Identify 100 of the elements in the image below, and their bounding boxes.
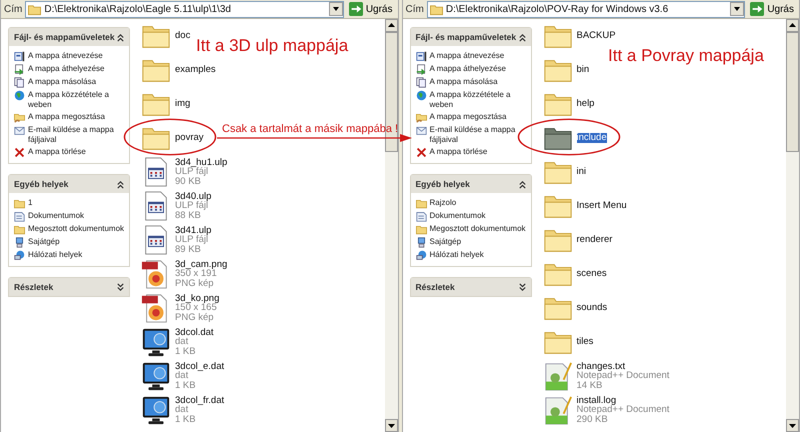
file-name[interactable]: img [175, 99, 190, 109]
go-button[interactable]: Ugrás [346, 1, 394, 17]
globe-icon [416, 90, 426, 101]
file-name[interactable]: sounds [576, 303, 608, 313]
file-name[interactable]: bin [576, 65, 590, 75]
file-name[interactable]: 3dcol_fr.dat [175, 396, 224, 406]
task-link[interactable]: Dokumentumok [430, 211, 486, 221]
file-name[interactable]: 3d41.ulp [175, 226, 212, 236]
scroll-down-button[interactable] [786, 419, 799, 432]
panel-header[interactable]: Egyéb helyek [9, 175, 129, 193]
task-link[interactable]: A mappa áthelyezése [28, 64, 104, 74]
file-name[interactable]: include [576, 133, 607, 143]
task-link[interactable]: A mappa megosztása [28, 112, 105, 122]
address-label: Cím [406, 4, 424, 14]
file-name[interactable]: povray [175, 133, 204, 143]
panel-header[interactable]: Részletek [9, 278, 129, 296]
file-name[interactable]: 3d_ko.png [175, 294, 220, 304]
scroll-up-button[interactable] [384, 19, 398, 32]
globe-icon [14, 90, 25, 101]
envelope-icon [14, 125, 25, 136]
file-name[interactable]: BACKUP [576, 31, 616, 41]
file-name[interactable]: help [576, 99, 594, 109]
file-type: ULP fájl [175, 201, 208, 211]
go-button[interactable]: Ugrás [748, 1, 796, 17]
annotation-caption: Itt a Povray mappája [608, 46, 764, 66]
panel-header[interactable]: Részletek [410, 278, 530, 296]
file-size: PNG kép [175, 278, 215, 288]
task-link[interactable]: A mappa törlése [430, 147, 488, 157]
file-name[interactable]: examples [175, 65, 216, 75]
collapse-chevron-icon[interactable] [518, 180, 526, 188]
task-link[interactable]: A mappa törlése [28, 147, 86, 157]
collapse-chevron-icon[interactable] [116, 180, 125, 188]
file-name[interactable]: changes.txt [576, 362, 626, 372]
task-link[interactable]: A mappa megosztása [430, 112, 506, 122]
file-type: dat [175, 337, 190, 347]
file-size: 1 KB [175, 380, 197, 390]
task-link[interactable]: Rajzolo [430, 198, 456, 208]
task-link[interactable]: A mappa áthelyezése [430, 64, 506, 74]
text-document-icon [542, 395, 572, 425]
annotation-note: Csak a tartalmát a másik mappába ! [222, 123, 398, 135]
file-size: 1 KB [175, 414, 197, 424]
task-link[interactable]: Dokumentumok [28, 211, 84, 221]
address-field[interactable]: D:\Elektronika\Rajzolo\POV-Ray for Windows v3.6 [426, 0, 746, 18]
file-type: Notepad++ Document [576, 405, 670, 415]
address-field[interactable]: D:\Elektronika\Rajzolo\Eagle 5.11\ulp\1\3d [25, 0, 344, 18]
task-link[interactable]: A mappa átnevezése [28, 51, 103, 61]
file-size: 89 KB [175, 244, 201, 254]
folder-icon [430, 2, 443, 16]
file-name[interactable]: install.log [576, 396, 616, 406]
scrollbar[interactable] [786, 19, 799, 432]
expand-chevron-icon[interactable] [116, 282, 125, 292]
task-link[interactable]: A mappa átnevezése [430, 51, 504, 61]
collapse-chevron-icon[interactable] [518, 32, 526, 42]
file-name[interactable]: 3dcol_e.dat [175, 362, 224, 372]
rename-icon [14, 51, 25, 62]
task-link[interactable]: E-mail küldése a mappa fájljaival [28, 125, 126, 145]
task-link[interactable]: Hálózati helyek [28, 250, 82, 260]
task-link[interactable]: Sajátgép [28, 237, 60, 247]
file-name[interactable]: ini [576, 167, 586, 177]
task-link[interactable]: A mappa közzététele a weben [28, 90, 126, 110]
file-size: 88 KB [175, 210, 201, 220]
dropdown-button[interactable] [730, 2, 744, 16]
task-link[interactable]: A mappa másolása [28, 77, 96, 87]
shared-folder-icon [14, 112, 25, 123]
file-name[interactable]: 3d4_hu1.ulp [175, 158, 228, 168]
task-link[interactable]: Hálózati helyek [430, 250, 484, 260]
task-link[interactable]: 1 [28, 198, 32, 208]
file-name[interactable]: renderer [576, 235, 612, 245]
task-link[interactable]: Megosztott dokumentumok [28, 224, 124, 234]
move-icon [14, 64, 25, 75]
annotation-caption: Itt a 3D ulp mappája [196, 36, 348, 56]
rename-icon [416, 51, 426, 62]
panel-header[interactable]: Fájl- és mappaműveletek [410, 28, 530, 46]
copy-icon [416, 77, 426, 88]
task-link[interactable]: A mappa másolása [430, 77, 498, 87]
scroll-down-button[interactable] [384, 419, 398, 432]
panel-header[interactable]: Egyéb helyek [410, 175, 530, 193]
task-link[interactable]: E-mail küldése a mappa fájljaival [430, 125, 528, 145]
network-icon [416, 250, 426, 261]
scroll-thumb[interactable] [786, 32, 799, 152]
task-link[interactable]: Megosztott dokumentumok [430, 224, 526, 234]
file-name[interactable]: Insert Menu [576, 201, 627, 211]
scroll-up-button[interactable] [786, 19, 799, 32]
file-type: dat [175, 405, 188, 415]
folder-icon [416, 224, 426, 235]
dropdown-button[interactable] [328, 2, 343, 16]
file-name[interactable]: 3dcol.dat [175, 328, 214, 338]
collapse-chevron-icon[interactable] [116, 32, 125, 42]
expand-chevron-icon[interactable] [518, 282, 526, 292]
panel-header[interactable]: Fájl- és mappaműveletek [9, 28, 129, 46]
address-label: Cím [4, 4, 22, 14]
file-name[interactable]: 3d40.ulp [175, 192, 212, 202]
file-name[interactable]: scenes [576, 269, 607, 279]
file-type: 350 x 191 [175, 269, 217, 279]
task-link[interactable]: Sajátgép [430, 237, 462, 247]
monitor-icon [141, 361, 171, 391]
task-link[interactable]: A mappa közzététele a weben [430, 90, 528, 110]
file-name[interactable]: 3d_cam.png [175, 260, 228, 270]
file-name[interactable]: tiles [576, 337, 594, 347]
file-name[interactable]: doc [175, 31, 190, 41]
